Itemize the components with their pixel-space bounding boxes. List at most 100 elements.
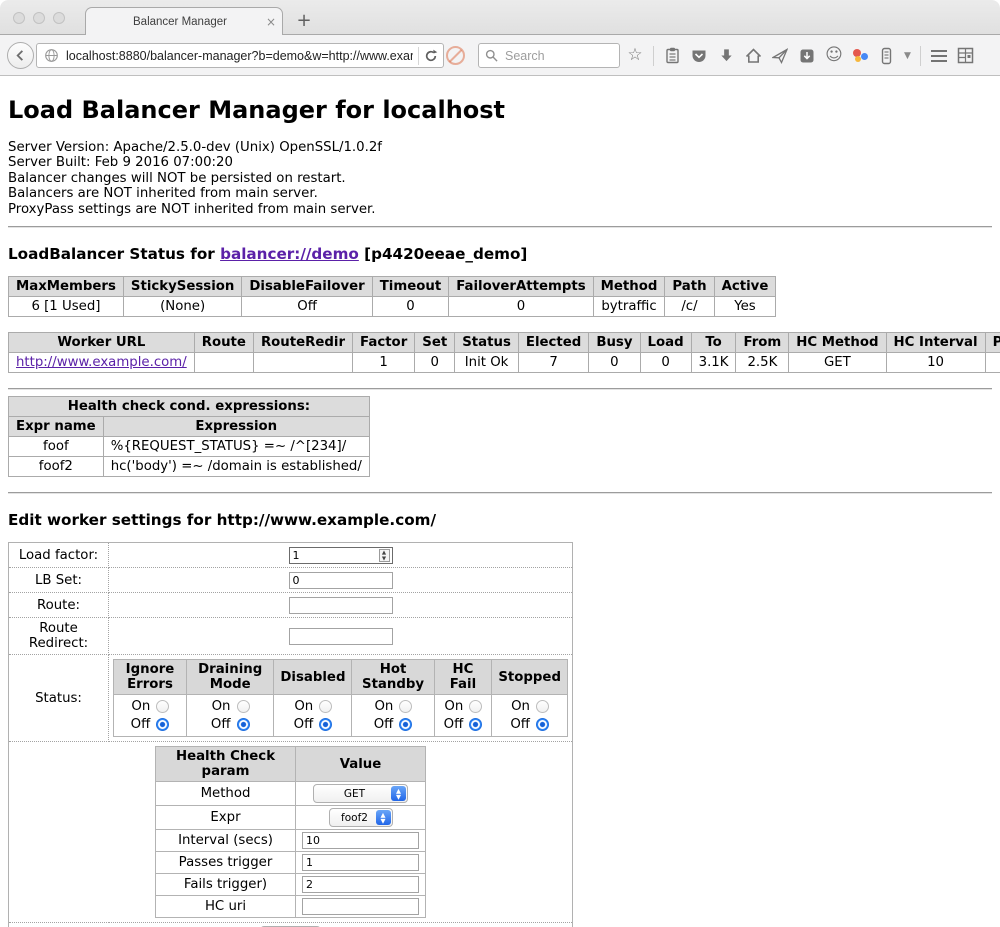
radio-hc-fail-off[interactable] xyxy=(469,718,482,731)
select-arrows-icon: ▲▼ xyxy=(376,810,391,825)
reload-icon[interactable] xyxy=(424,49,438,63)
save-to-device-icon[interactable] xyxy=(798,46,816,66)
health-value-passes xyxy=(296,852,426,874)
close-window-icon[interactable] xyxy=(13,12,25,24)
pocket-icon[interactable] xyxy=(690,46,708,66)
radio-ignore-errors-off[interactable] xyxy=(156,718,169,731)
radio-disabled-on[interactable] xyxy=(319,700,332,713)
blocked-content-icon[interactable] xyxy=(446,46,465,65)
zoom-window-icon[interactable] xyxy=(53,12,65,24)
route-redirect-input[interactable] xyxy=(289,628,393,645)
urlbar-separator xyxy=(418,47,419,65)
worker-cell-12: 10 xyxy=(886,353,985,373)
health-col-value: Value xyxy=(296,747,426,782)
balancer-demo-link[interactable]: balancer://demo xyxy=(220,245,359,263)
load-factor-stepper[interactable]: ▲▼ xyxy=(289,547,393,564)
radio-stopped-off[interactable] xyxy=(536,718,549,731)
worker-cell-2 xyxy=(253,353,352,373)
col-factor: Factor xyxy=(353,333,415,353)
hc-uri-input[interactable] xyxy=(302,898,419,915)
menu-hamburger-icon[interactable] xyxy=(930,46,948,66)
passes-input[interactable] xyxy=(302,854,419,871)
status-cell-hot-standby: OnOff xyxy=(352,695,434,737)
toolbar-icons: ☆ ☺ xyxy=(626,43,975,68)
tab-balancer-manager[interactable]: Balancer Manager × xyxy=(85,7,283,35)
radio-draining-mode-off[interactable] xyxy=(237,718,250,731)
status-cell-stopped: OnOff xyxy=(492,695,568,737)
radio-label: On xyxy=(294,699,314,714)
health-value-method: GET▲▼ xyxy=(296,782,426,806)
back-button[interactable] xyxy=(7,42,34,69)
bookmark-star-icon[interactable]: ☆ xyxy=(626,46,644,66)
selected-option: foof2 xyxy=(341,812,368,824)
globe-icon xyxy=(44,48,59,63)
health-header-row: Health Check paramValue xyxy=(156,747,426,782)
load-factor-input[interactable] xyxy=(289,547,393,564)
radio-disabled-off[interactable] xyxy=(319,718,332,731)
url-bar[interactable]: localhost:8880/balancer-manager?b=demo&w… xyxy=(36,43,444,68)
container-list-icon[interactable] xyxy=(877,46,895,66)
new-tab-button[interactable]: + xyxy=(293,10,315,31)
status-cell-ignore-errors: OnOff xyxy=(114,695,187,737)
worker-url-link[interactable]: http://www.example.com/ xyxy=(16,355,187,370)
health-params-table: Health Check paramValueMethod GET▲▼ Expr fo… xyxy=(155,746,426,918)
col-maxmembers: MaxMembers xyxy=(9,277,124,297)
smiley-chat-icon[interactable]: ☺ xyxy=(825,46,843,66)
interval-input[interactable] xyxy=(302,832,419,849)
worker-cell-10: 2.5K xyxy=(736,353,789,373)
minimize-window-icon[interactable] xyxy=(33,12,45,24)
health-row-expr: Expr foof2 ▲▼ xyxy=(156,806,426,830)
radio-hot-standby-on[interactable] xyxy=(399,700,412,713)
method-select[interactable]: GET▲▼ xyxy=(313,784,408,803)
health-label-method: Method xyxy=(156,782,296,806)
tab-bar: Balancer Manager × + xyxy=(0,0,1000,34)
select-arrows-icon: ▲▼ xyxy=(391,786,406,801)
divider xyxy=(8,388,992,390)
radio-hc-fail-on[interactable] xyxy=(469,700,482,713)
health-container: Health Check paramValueMethod GET▲▼ Expr fo… xyxy=(9,742,573,923)
route-input[interactable] xyxy=(289,597,393,614)
radio-label: On xyxy=(211,699,231,714)
browser-window: Balancer Manager × + localhost:8880/bala… xyxy=(0,0,1000,927)
expression-header: Expression xyxy=(103,417,369,437)
expr-name-header: Expr name xyxy=(9,417,104,437)
lb-set-input[interactable] xyxy=(289,572,393,589)
download-arrow-icon[interactable] xyxy=(717,46,735,66)
chevron-down-icon[interactable]: ▼ xyxy=(904,51,911,61)
search-bar[interactable] xyxy=(478,43,620,68)
heading-prefix: LoadBalancer Status for xyxy=(8,245,220,263)
clipboard-icon[interactable] xyxy=(663,46,681,66)
colored-dots-icon[interactable] xyxy=(852,48,868,64)
form-value-route-redirect xyxy=(109,618,573,655)
form-label-status: Status: xyxy=(9,655,109,742)
notice-line: Balancers are NOT inherited from main se… xyxy=(8,186,992,201)
health-label-expr: Expr xyxy=(156,806,296,830)
health-label-fails: Fails trigger) xyxy=(156,874,296,896)
status-col-hot-standby: Hot Standby xyxy=(352,660,434,695)
col-failoverattempts: FailoverAttempts xyxy=(449,277,593,297)
radio-draining-mode-on[interactable] xyxy=(237,700,250,713)
worker-cell-3: 1 xyxy=(353,353,415,373)
reader-grid-icon[interactable] xyxy=(957,46,975,66)
search-icon xyxy=(485,49,498,62)
radio-stopped-on[interactable] xyxy=(536,700,549,713)
form-row-route-redirect: Route Redirect: xyxy=(9,618,573,655)
home-icon[interactable] xyxy=(744,46,762,66)
send-plane-icon[interactable] xyxy=(771,46,789,66)
radio-ignore-errors-on[interactable] xyxy=(156,700,169,713)
spinner-icon[interactable]: ▲▼ xyxy=(379,549,390,562)
fails-input[interactable] xyxy=(302,876,419,893)
expr-select[interactable]: foof2 ▲▼ xyxy=(329,808,393,827)
health-row-passes: Passes trigger xyxy=(156,852,426,874)
notice-line: ProxyPass settings are NOT inherited fro… xyxy=(8,202,992,217)
tab-close-icon[interactable]: × xyxy=(260,15,282,29)
col-method: Method xyxy=(593,277,665,297)
window-controls[interactable] xyxy=(13,12,65,24)
form-value-lb-set xyxy=(109,568,573,593)
radio-hot-standby-off[interactable] xyxy=(399,718,412,731)
search-input[interactable] xyxy=(503,48,613,64)
url-text[interactable]: localhost:8880/balancer-manager?b=demo&w… xyxy=(66,49,413,63)
col-timeout: Timeout xyxy=(372,277,448,297)
worker-cell-13: 1 (0) xyxy=(985,353,1000,373)
col-path: Path xyxy=(665,277,714,297)
